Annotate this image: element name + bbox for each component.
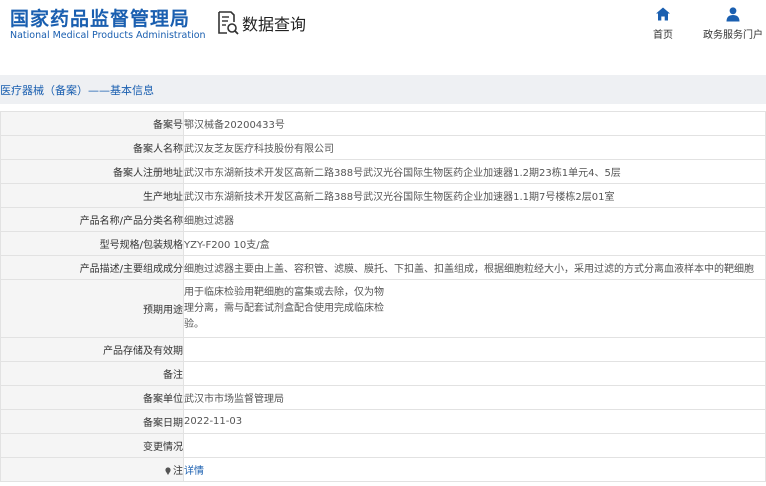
table-row: 备案人名称 武汉友芝友医疗科技股份有限公司 [0, 135, 766, 160]
row-value [183, 337, 766, 362]
table-row: 变更情况 [0, 433, 766, 458]
user-icon [726, 7, 740, 22]
row-value: 武汉友芝友医疗科技股份有限公司 [183, 135, 766, 160]
breadcrumb: 医疗器械（备案）——基本信息 [0, 84, 154, 97]
row-label-note: 注 [0, 457, 184, 482]
row-label: 备案人注册地址 [0, 159, 184, 184]
table-row: 型号规格/包装规格 YZY-F200 10支/盒 [0, 231, 766, 256]
row-value-cell: 详情 [183, 457, 766, 482]
nav-service-label: 政务服务门户 [703, 30, 763, 41]
table-row: 注 详情 [0, 457, 766, 482]
row-value: YZY-F200 10支/盒 [183, 231, 766, 256]
table-row: 产品描述/主要组成成分 细胞过滤器主要由上盖、容积管、滤膜、膜托、下扣盖、扣盖组… [0, 255, 766, 280]
row-value: 武汉市东湖新技术开发区高新二路388号武汉光谷国际生物医药企业加速器1.1期7号… [183, 183, 766, 208]
page-title: 数据查询 [217, 9, 306, 37]
row-value [183, 433, 766, 458]
page-title-text: 数据查询 [242, 15, 307, 34]
row-label: 预期用途 [0, 279, 184, 338]
table-row: 备案人注册地址 武汉市东湖新技术开发区高新二路388号武汉光谷国际生物医药企业加… [0, 159, 766, 184]
nav-home-link[interactable]: 首页 [648, 6, 678, 41]
nav-service-portal-link[interactable]: 政务服务门户 [700, 6, 766, 41]
details-link[interactable]: 详情 [185, 466, 205, 477]
row-value: 2022-11-03 [183, 409, 766, 434]
row-label: 备案单位 [0, 385, 184, 410]
row-label: 生产地址 [0, 183, 184, 208]
table-row: 产品名称/产品分类名称 细胞过滤器 [0, 207, 766, 232]
table-row: 备案单位 武汉市市场监督管理局 [0, 385, 766, 410]
document-search-icon [218, 11, 239, 35]
breadcrumb-bar: 医疗器械（备案）——基本信息 [0, 75, 766, 104]
row-label: 变更情况 [0, 433, 184, 458]
row-value: 细胞过滤器 [183, 207, 766, 232]
home-icon [656, 7, 670, 21]
table-row: 预期用途 用于临床检验用靶细胞的富集或去除，仅为物理分离，需与配套试剂盒配合使用… [0, 279, 766, 338]
location-pin-icon [165, 467, 171, 475]
row-label: 产品存储及有效期 [0, 337, 184, 362]
table-row: 产品存储及有效期 [0, 337, 766, 362]
row-value: 用于临床检验用靶细胞的富集或去除，仅为物理分离，需与配套试剂盒配合使用完成临床检… [184, 286, 385, 330]
nav-home-label: 首页 [653, 30, 673, 41]
row-label: 产品描述/主要组成成分 [0, 255, 184, 280]
table-row: 生产地址 武汉市东湖新技术开发区高新二路388号武汉光谷国际生物医药企业加速器1… [0, 183, 766, 208]
row-value [183, 361, 766, 386]
record-detail-table: 备案号 鄂汉械备20200433号 备案人名称 武汉友芝友医疗科技股份有限公司 … [0, 111, 766, 482]
row-value-cell: 用于临床检验用靶细胞的富集或去除，仅为物理分离，需与配套试剂盒配合使用完成临床检… [183, 279, 766, 338]
row-value: 鄂汉械备20200433号 [183, 111, 766, 136]
site-header: 国家药品监督管理局 National Medical Products Admi… [0, 0, 766, 60]
row-value: 武汉市市场监督管理局 [183, 385, 766, 410]
row-label: 备注 [0, 361, 184, 386]
row-value: 细胞过滤器主要由上盖、容积管、滤膜、膜托、下扣盖、扣盖组成，根据细胞粒经大小，采… [183, 255, 766, 280]
row-label: 备案号 [0, 111, 184, 136]
table-row: 备案日期 2022-11-03 [0, 409, 766, 434]
row-label: 产品名称/产品分类名称 [0, 207, 184, 232]
row-label: 备案人名称 [0, 135, 184, 160]
row-label-text: 注 [173, 466, 183, 477]
site-logo-cn[interactable]: 国家药品监督管理局 [10, 4, 190, 31]
table-row: 备案号 鄂汉械备20200433号 [0, 111, 766, 136]
row-label: 备案日期 [0, 409, 184, 434]
site-logo-en[interactable]: National Medical Products Administration [10, 30, 206, 41]
row-label: 型号规格/包装规格 [0, 231, 184, 256]
row-value: 武汉市东湖新技术开发区高新二路388号武汉光谷国际生物医药企业加速器1.2期23… [183, 159, 766, 184]
table-row: 备注 [0, 361, 766, 386]
